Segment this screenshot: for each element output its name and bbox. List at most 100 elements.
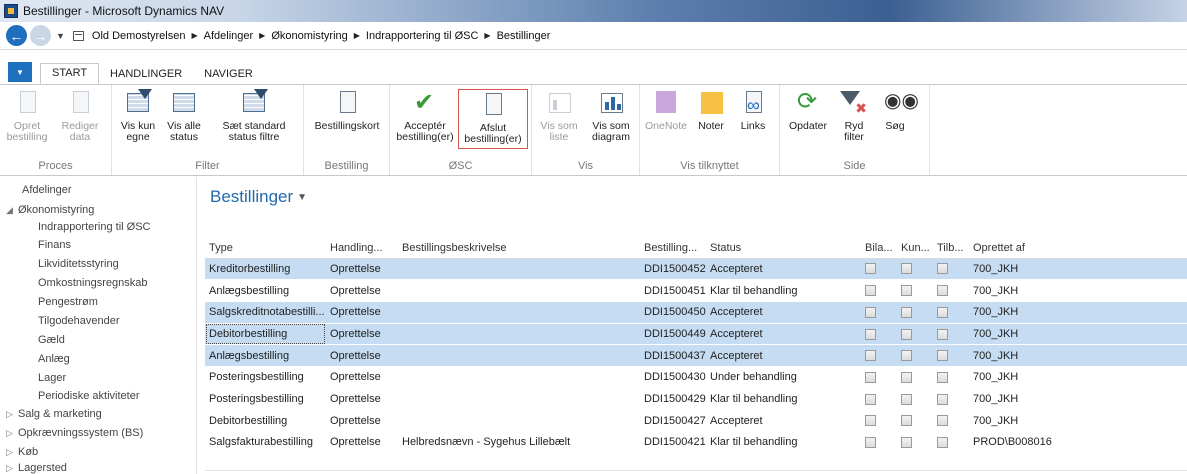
page-title[interactable]: Bestillinger ▼ [210,187,307,207]
beskrivelse-cell[interactable] [398,388,640,411]
checkbox[interactable] [937,350,948,362]
breadcrumb-item-okonomistyring[interactable]: Økonomistyring [271,30,347,42]
checkbox[interactable] [865,306,876,318]
type-cell[interactable]: Salgskreditnotabestilli... [205,301,326,324]
type-cell[interactable]: Posteringsbestilling [205,366,326,389]
type-cell[interactable]: Posteringsbestilling [205,388,326,411]
beskrivelse-cell[interactable] [398,366,640,389]
table-row[interactable]: Salgskreditnotabestilli... Oprettelse DDI1… [205,301,1187,324]
table-row[interactable]: Posteringsbestilling Oprettelse DDI1500429… [205,388,1187,411]
checkbox[interactable] [901,263,912,275]
nav-item-anlaeg[interactable]: Anlæg [38,353,70,365]
breadcrumb-separator-icon[interactable]: ▶ [259,31,265,40]
rediger-data-button[interactable]: Rediger data [56,89,104,143]
column-header-bestilling[interactable]: Bestilling... [640,239,706,259]
tab-naviger[interactable]: NAVIGER [193,65,264,84]
oprettet-af-cell[interactable]: 700_JKH [969,323,1187,346]
checkbox[interactable] [937,306,948,318]
checkbox[interactable] [937,263,948,275]
beskrivelse-cell[interactable] [398,301,640,324]
breadcrumb-separator-icon[interactable]: ▶ [191,31,197,40]
oprettet-af-cell[interactable]: PROD\B008016 [969,431,1187,454]
accepter-bestillinger-button[interactable]: ✔ Acceptér bestilling(er) [394,89,456,143]
table-row[interactable]: Debitorbestilling Oprettelse DDI1500449 Acc… [205,323,1187,346]
collapsed-triangle-icon[interactable]: ▷ [6,409,18,420]
collapsed-triangle-icon[interactable]: ▷ [6,447,18,458]
nav-item-tilgodehavender[interactable]: Tilgodehavender [38,315,120,327]
beskrivelse-cell[interactable] [398,409,640,432]
afslut-bestillinger-button[interactable]: Afslut bestilling(er) [458,89,528,149]
checkbox[interactable] [937,328,948,340]
column-header-status[interactable]: Status [706,239,861,259]
table-row[interactable]: Debitorbestilling Oprettelse DDI1500427 Acc… [205,409,1187,432]
breadcrumb-item-company[interactable]: Old Demostyrelsen [92,30,186,42]
back-arrow-icon[interactable]: ← [6,25,27,46]
oprettet-af-cell[interactable]: 700_JKH [969,301,1187,324]
nav-item-gaeld[interactable]: Gæld [38,334,65,346]
status-cell[interactable]: Accepteret [706,258,861,281]
breadcrumb-item-bestillinger[interactable]: Bestillinger [497,30,551,42]
nav-item-okonomistyring[interactable]: ◢ Økonomistyring [6,204,94,216]
beskrivelse-cell[interactable] [398,279,640,302]
onenote-button[interactable]: OneNote [642,89,690,132]
checkbox[interactable] [901,285,912,297]
type-cell[interactable]: Anlægsbestilling [205,344,326,367]
status-cell[interactable]: Accepteret [706,301,861,324]
checkbox[interactable] [901,436,912,448]
saet-standard-status-filtre-button[interactable]: Sæt standard status filtre [210,89,298,143]
beskrivelse-cell[interactable]: Helbredsnævn - Sygehus Lillebælt [398,431,640,454]
type-cell[interactable]: Salgsfakturabestilling [205,431,326,454]
checkbox[interactable] [937,393,948,405]
checkbox[interactable] [937,285,948,297]
noter-button[interactable]: Noter [692,89,730,132]
bestilling-cell[interactable]: DDI1500451 [640,279,706,302]
sog-button[interactable]: ◉◉ Søg [878,89,919,132]
checkbox[interactable] [865,436,876,448]
handling-cell[interactable]: Oprettelse [326,366,398,389]
checkbox[interactable] [865,371,876,383]
vis-kun-egne-button[interactable]: Vis kun egne [116,89,160,143]
bestilling-cell[interactable]: DDI1500437 [640,344,706,367]
application-menu-button[interactable]: ▼ [8,62,32,82]
oprettet-af-cell[interactable]: 700_JKH [969,279,1187,302]
collapsed-triangle-icon[interactable]: ▷ [6,428,18,439]
bestilling-cell[interactable]: DDI1500430 [640,366,706,389]
handling-cell[interactable]: Oprettelse [326,409,398,432]
nav-item-pengestrom[interactable]: Pengestrøm [38,296,98,308]
opdater-button[interactable]: ⟳ Opdater [786,89,830,132]
checkbox[interactable] [937,415,948,427]
vis-alle-status-button[interactable]: Vis alle status [162,89,206,143]
table-row[interactable]: Anlægsbestilling Oprettelse DDI1500451 Klar… [205,279,1187,302]
handling-cell[interactable]: Oprettelse [326,258,398,281]
oprettet-af-cell[interactable]: 700_JKH [969,388,1187,411]
oprettet-af-cell[interactable]: 700_JKH [969,344,1187,367]
handling-cell[interactable]: Oprettelse [326,279,398,302]
breadcrumb-separator-icon[interactable]: ▶ [484,31,490,40]
status-cell[interactable]: Klar til behandling [706,279,861,302]
history-dropdown-icon[interactable]: ▼ [56,31,65,41]
status-cell[interactable]: Accepteret [706,344,861,367]
handling-cell[interactable]: Oprettelse [326,323,398,346]
nav-item-lagersted[interactable]: ▷ Lagersted [6,462,67,474]
checkbox[interactable] [901,350,912,362]
chevron-down-icon[interactable]: ▼ [297,192,307,203]
collapsed-triangle-icon[interactable]: ▷ [6,463,18,474]
type-cell[interactable]: Debitorbestilling [205,409,326,432]
checkbox[interactable] [901,371,912,383]
column-header-oprettet-af[interactable]: Oprettet af [969,239,1187,259]
oprettet-af-cell[interactable]: 700_JKH [969,258,1187,281]
checkbox[interactable] [937,436,948,448]
handling-cell[interactable]: Oprettelse [326,301,398,324]
table-row[interactable]: Anlægsbestilling Oprettelse DDI1500437 Acce… [205,344,1187,367]
beskrivelse-cell[interactable] [398,344,640,367]
nav-item-omkostningsregnskab[interactable]: Omkostningsregnskab [38,277,147,289]
checkbox[interactable] [937,371,948,383]
bestilling-cell[interactable]: DDI1500429 [640,388,706,411]
forward-arrow-icon[interactable]: → [30,25,51,46]
column-header-bilag[interactable]: Bila... [861,239,897,259]
nav-item-kob[interactable]: ▷ Køb [6,446,38,458]
expanded-triangle-icon[interactable]: ◢ [6,205,18,216]
bestilling-cell[interactable]: DDI1500421 [640,431,706,454]
column-header-type[interactable]: Type [205,239,326,259]
breadcrumb-separator-icon[interactable]: ▶ [354,31,360,40]
